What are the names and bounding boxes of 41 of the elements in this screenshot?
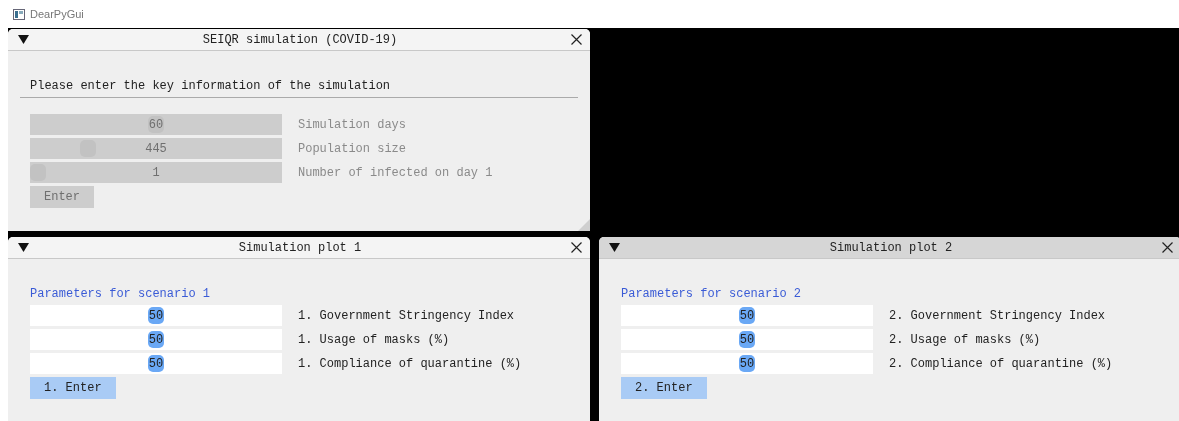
slider: 445 xyxy=(30,138,282,159)
slider: 1 xyxy=(30,162,282,183)
close-icon[interactable] xyxy=(1162,242,1173,253)
collapse-icon[interactable] xyxy=(18,243,29,252)
slider-label: 2. Compliance of quarantine (%) xyxy=(889,355,1113,373)
close-icon[interactable] xyxy=(571,242,582,253)
note-text: Parameters for scenario 1 xyxy=(30,286,211,303)
slider[interactable]: 50 xyxy=(621,329,873,350)
slider[interactable]: 50 xyxy=(30,353,282,374)
slider-label: 1. Government Stringency Index xyxy=(298,307,515,325)
app-icon xyxy=(13,8,25,20)
slider-thumb[interactable] xyxy=(148,307,164,324)
slider-thumb[interactable] xyxy=(739,355,755,372)
slider-thumb[interactable] xyxy=(148,355,164,372)
window-title: SEIQR simulation (COVID-19) xyxy=(201,31,399,49)
slider-label: 2. Usage of masks (%) xyxy=(889,331,1041,349)
resize-grip-icon[interactable] xyxy=(578,219,590,231)
section-heading: Please enter the key information of the simulation xyxy=(20,77,578,98)
collapse-icon[interactable] xyxy=(609,243,620,252)
note-text: Parameters for scenario 2 xyxy=(621,286,802,303)
slider-label: Population size xyxy=(298,140,407,158)
enter-button[interactable]: 2. Enter xyxy=(621,377,707,399)
slider[interactable]: 50 xyxy=(30,305,282,326)
slider[interactable]: 50 xyxy=(621,353,873,374)
slider-label: 2. Government Stringency Index xyxy=(889,307,1106,325)
slider[interactable]: 50 xyxy=(30,329,282,350)
slider-thumb[interactable] xyxy=(739,307,755,324)
close-icon[interactable] xyxy=(571,34,582,45)
slider-label: Number of infected on day 1 xyxy=(298,164,493,182)
app-title: DearPyGui xyxy=(30,6,84,22)
slider-label: Simulation days xyxy=(298,116,407,134)
slider: 60 xyxy=(30,114,282,135)
enter-button[interactable]: 1. Enter xyxy=(30,377,116,399)
slider-thumb[interactable] xyxy=(148,331,164,348)
collapse-icon[interactable] xyxy=(18,35,29,44)
slider-thumb[interactable] xyxy=(739,331,755,348)
slider[interactable]: 50 xyxy=(621,305,873,326)
slider-label: 1. Compliance of quarantine (%) xyxy=(298,355,522,373)
window-title: Simulation plot 1 xyxy=(237,239,363,257)
slider-label: 1. Usage of masks (%) xyxy=(298,331,450,349)
window-title: Simulation plot 2 xyxy=(828,239,954,257)
